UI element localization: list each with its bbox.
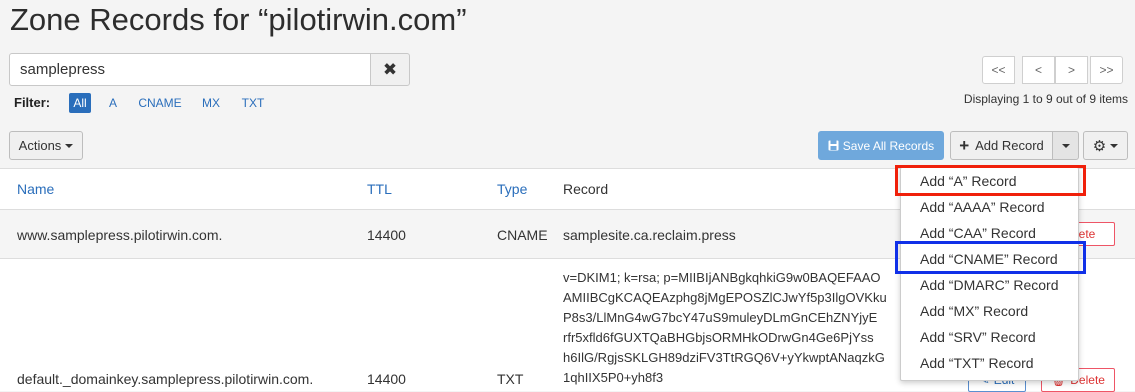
page-title: Zone Records for “pilotirwin.com” <box>10 2 467 37</box>
highlight-box-red <box>895 165 1086 196</box>
last-page-button[interactable]: >> <box>1090 56 1123 84</box>
clear-search-button[interactable]: ✖ <box>370 53 410 86</box>
filter-all[interactable]: All <box>69 93 91 113</box>
add-record-label: Add Record <box>975 138 1044 153</box>
record-value-line: 1qhIIX5P0+yh8f3 <box>563 370 664 385</box>
caret-down-icon <box>65 143 74 148</box>
settings-dropdown[interactable]: ⚙ <box>1083 131 1128 160</box>
first-page-button[interactable]: << <box>982 56 1015 84</box>
menu-item-add-txt[interactable]: Add “TXT” Record <box>920 355 1034 371</box>
plus-icon: + <box>959 135 970 155</box>
record-name: www.samplepress.pilotirwin.com. <box>17 227 223 243</box>
caret-down-icon <box>1061 143 1070 148</box>
column-header-name[interactable]: Name <box>17 181 54 197</box>
prev-page-button[interactable]: < <box>1022 56 1055 84</box>
record-value-line: v=DKIM1; k=rsa; p=MIIBIjANBgkqhkiG9w0BAQ… <box>563 270 881 285</box>
menu-item-add-caa[interactable]: Add “CAA” Record <box>920 225 1036 241</box>
search-input[interactable]: samplepress <box>9 53 371 86</box>
filter-label: Filter: <box>14 95 51 110</box>
menu-item-add-dmarc[interactable]: Add “DMARC” Record <box>920 277 1058 293</box>
filter-txt[interactable]: TXT <box>238 93 268 113</box>
record-value-line: P8s3/LlMnG4wG7bcY47uS9muleyDLmGnCEhZNYjy… <box>563 310 878 325</box>
filter-cname[interactable]: CNAME <box>135 93 185 113</box>
record-value: samplesite.ca.reclaim.press <box>563 227 736 243</box>
column-header-ttl[interactable]: TTL <box>367 181 392 197</box>
column-header-type[interactable]: Type <box>497 181 527 197</box>
gear-icon: ⚙ <box>1092 137 1107 155</box>
pagination-info: Displaying 1 to 9 out of 9 items <box>963 92 1128 106</box>
save-icon <box>828 140 839 151</box>
record-type: TXT <box>497 371 524 387</box>
highlight-box-blue <box>895 241 1086 274</box>
record-value-line: h6IlG/RgjsSKLGH89dziFV3TtRGQ6V+yYkwptANa… <box>563 350 885 365</box>
record-type: CNAME <box>497 227 548 243</box>
save-all-label: Save All Records <box>842 138 935 153</box>
caret-down-icon <box>1110 143 1119 148</box>
column-header-record: Record <box>563 181 609 197</box>
record-ttl: 14400 <box>367 227 406 243</box>
menu-item-add-aaaa[interactable]: Add “AAAA” Record <box>920 199 1045 215</box>
filter-a[interactable]: A <box>104 93 122 113</box>
close-icon: ✖ <box>382 59 398 79</box>
record-value-line: AMIIBCgKCAQEAzphg8jMgEPOSZlCJwYf5p3IlgOV… <box>563 290 887 305</box>
add-record-button[interactable]: + Add Record <box>950 131 1053 160</box>
actions-label: Actions <box>18 138 62 153</box>
menu-item-add-srv[interactable]: Add “SRV” Record <box>920 329 1036 345</box>
record-ttl: 14400 <box>367 371 406 387</box>
next-page-button[interactable]: > <box>1055 56 1088 84</box>
actions-dropdown[interactable]: Actions <box>9 131 83 160</box>
save-all-records-button[interactable]: Save All Records <box>818 131 944 160</box>
record-name: default._domainkey.samplepress.pilotirwi… <box>17 371 314 387</box>
menu-item-add-mx[interactable]: Add “MX” Record <box>920 303 1028 319</box>
add-record-dropdown-toggle[interactable] <box>1052 131 1079 160</box>
record-value-line: rfr5xfld6fGUXTQaBHGbjsORMHkODrwGn4Ge6PjY… <box>563 330 874 345</box>
filter-mx[interactable]: MX <box>198 93 224 113</box>
